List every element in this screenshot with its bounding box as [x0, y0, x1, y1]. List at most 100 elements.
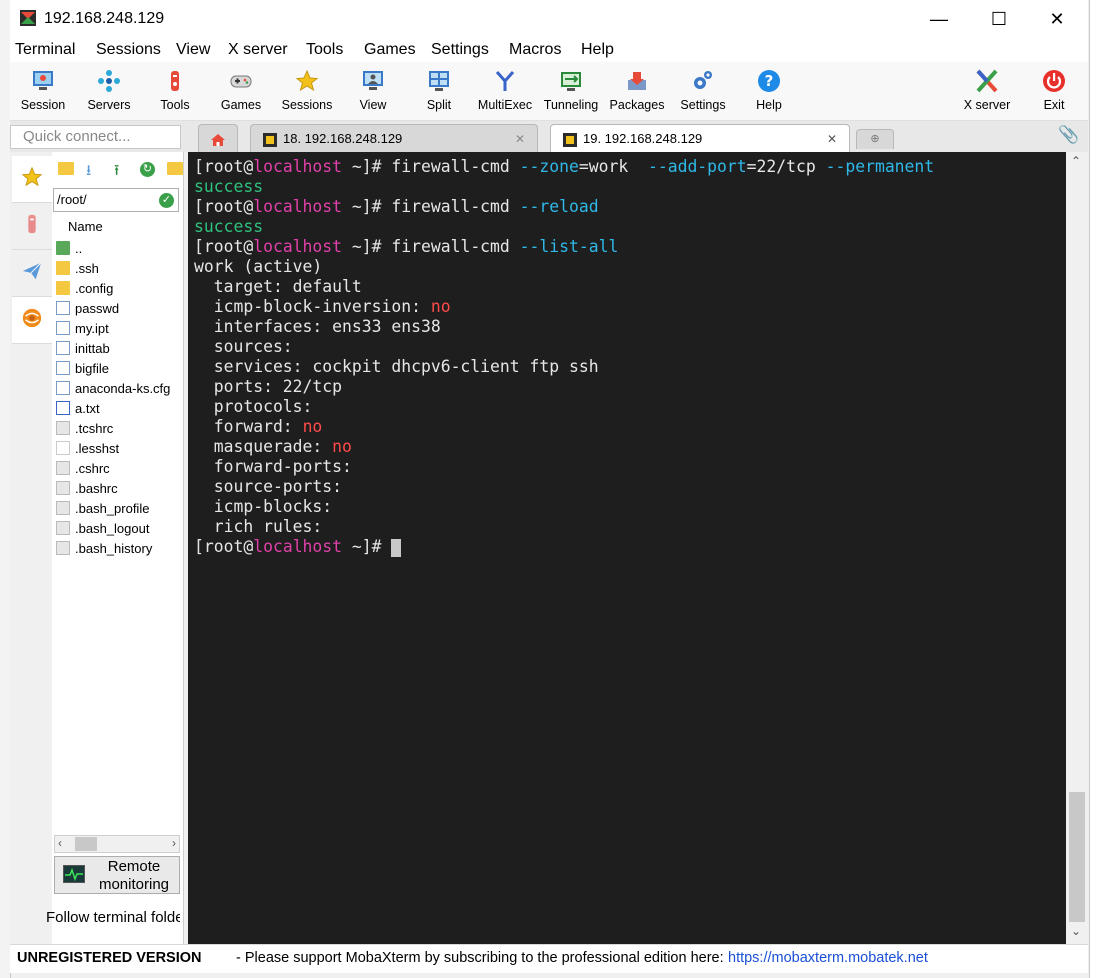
settings-button[interactable]: Settings — [671, 66, 735, 118]
servers-button[interactable]: Servers — [77, 66, 141, 118]
scroll-up-icon[interactable]: ⌃ — [1071, 154, 1081, 168]
scroll-down-icon[interactable]: ⌄ — [1071, 924, 1081, 938]
tab-close-icon[interactable]: ✕ — [515, 125, 525, 153]
split-icon — [426, 68, 452, 94]
menu-sessions[interactable]: Sessions — [96, 41, 161, 59]
terminal-tab-icon — [263, 132, 277, 147]
help-button[interactable]: ? Help — [737, 66, 801, 118]
packages-button[interactable]: Packages — [605, 66, 669, 118]
terminal-vertical-scrollbar[interactable]: ⌃ ⌄ — [1066, 152, 1088, 944]
terminal-line: work (active) — [194, 257, 323, 276]
x-server-label: X server — [963, 98, 1011, 112]
new-folder-icon[interactable] — [58, 162, 74, 175]
file-icon — [56, 321, 70, 335]
file-row[interactable]: .tcshrc — [56, 418, 113, 438]
menu-settings[interactable]: Settings — [431, 41, 489, 59]
folder-icon[interactable] — [167, 162, 183, 175]
file-row[interactable]: passwd — [56, 298, 119, 318]
x-server-icon — [974, 68, 1000, 94]
multiexec-label: MultiExec — [477, 98, 533, 112]
file-icon — [56, 341, 70, 355]
scrollbar-thumb[interactable] — [75, 837, 97, 851]
remote-monitoring-button[interactable]: Remote monitoring — [54, 856, 180, 894]
terminal-line: success — [194, 177, 264, 196]
file-row[interactable]: .ssh — [56, 258, 99, 278]
file-row[interactable]: a.txt — [56, 398, 100, 418]
upload-icon[interactable]: ⭱ — [114, 160, 119, 185]
menu-tools[interactable]: Tools — [306, 41, 343, 59]
close-window-button[interactable]: ✕ — [1028, 0, 1086, 38]
menu-view[interactable]: View — [176, 41, 210, 59]
file-icon — [56, 441, 70, 455]
file-row[interactable]: .. — [56, 238, 82, 258]
sidebar-tab-sessions[interactable] — [12, 156, 52, 203]
file-name: .lesshst — [75, 440, 120, 456]
horizontal-scrollbar[interactable]: ‹ › — [54, 835, 180, 853]
split-label: Split — [426, 98, 452, 112]
tabs-bar: Quick connect... 18. 192.168.248.129 ✕ 1… — [10, 121, 1088, 152]
games-button[interactable]: Games — [209, 66, 273, 118]
follow-terminal-folder-checkbox[interactable]: Follow terminal folder — [46, 909, 180, 926]
menu-help[interactable]: Help — [581, 41, 614, 59]
view-icon — [360, 68, 386, 94]
download-icon[interactable]: ⭳ — [86, 160, 91, 185]
file-row[interactable]: anaconda-ks.cfg — [56, 378, 170, 398]
sidebar-tab-macros[interactable] — [12, 250, 52, 297]
x-server-button[interactable]: X server — [955, 66, 1019, 118]
new-tab-button[interactable]: ⊕ — [856, 129, 894, 149]
file-row[interactable]: .bash_logout — [56, 518, 149, 538]
maximize-button[interactable]: ☐ — [970, 0, 1028, 38]
tab-close-icon[interactable]: ✕ — [827, 125, 837, 153]
terminal-line: services: cockpit dhcpv6-client ftp ssh — [194, 357, 599, 376]
paperclip-icon[interactable]: 📎 — [1058, 125, 1079, 145]
terminal-area[interactable]: [root@localhost ~]# firewall-cmd --zone=… — [188, 152, 1066, 944]
sidebar-tab-sftp[interactable] — [12, 297, 52, 344]
home-tab[interactable] — [198, 124, 238, 152]
file-row[interactable]: .bash_profile — [56, 498, 149, 518]
file-row[interactable]: .config — [56, 278, 113, 298]
toolbar: Session Servers Tools Games Sessions Vie… — [10, 62, 1088, 121]
hidden-file-icon — [56, 501, 70, 515]
file-name: inittab — [75, 340, 110, 356]
file-row[interactable]: my.ipt — [56, 318, 109, 338]
scroll-left-icon[interactable]: ‹ — [58, 836, 62, 850]
scrollbar-thumb[interactable] — [1069, 792, 1085, 922]
sessions-button[interactable]: Sessions — [275, 66, 339, 118]
tools-icon — [21, 213, 43, 240]
file-row[interactable]: inittab — [56, 338, 110, 358]
file-row[interactable]: .cshrc — [56, 458, 110, 478]
scroll-right-icon[interactable]: › — [172, 836, 176, 850]
exit-button[interactable]: Exit — [1022, 66, 1086, 118]
view-button[interactable]: View — [341, 66, 405, 118]
tab-session-18[interactable]: 18. 192.168.248.129 ✕ — [250, 124, 538, 152]
tunneling-icon — [558, 68, 584, 94]
file-row[interactable]: .bash_history — [56, 538, 152, 558]
path-ok-icon[interactable]: ✓ — [159, 193, 174, 208]
multiexec-button[interactable]: MultiExec — [473, 66, 537, 118]
split-button[interactable]: Split — [407, 66, 471, 118]
tools-button[interactable]: Tools — [143, 66, 207, 118]
tab-session-19[interactable]: 19. 192.168.248.129 ✕ — [550, 124, 850, 152]
sidebar-tab-tools[interactable] — [12, 203, 52, 250]
terminal-line: rich rules: — [194, 517, 323, 536]
menu-macros[interactable]: Macros — [509, 41, 561, 59]
quick-connect-input[interactable]: Quick connect... — [10, 125, 181, 149]
refresh-icon[interactable]: ↻ — [140, 162, 155, 177]
column-header-name[interactable]: Name — [68, 219, 103, 234]
mobatek-link[interactable]: https://mobaxterm.mobatek.net — [728, 950, 928, 966]
tunneling-button[interactable]: Tunneling — [539, 66, 603, 118]
menu-x-server[interactable]: X server — [228, 41, 288, 59]
file-row[interactable]: .lesshst — [56, 438, 119, 458]
file-row[interactable]: .bashrc — [56, 478, 118, 498]
session-icon — [30, 68, 56, 94]
menu-games[interactable]: Games — [364, 41, 416, 59]
file-row[interactable]: bigfile — [56, 358, 109, 378]
minimize-button[interactable]: — — [910, 0, 968, 38]
terminal-tab-icon — [563, 132, 577, 147]
terminal-line: icmp-block-inversion: no — [194, 297, 451, 316]
servers-icon — [96, 68, 122, 94]
session-button[interactable]: Session — [11, 66, 75, 118]
menu-terminal[interactable]: Terminal — [15, 41, 75, 59]
settings-label: Settings — [680, 98, 726, 112]
tab-label: 18. 192.168.248.129 — [283, 131, 403, 146]
